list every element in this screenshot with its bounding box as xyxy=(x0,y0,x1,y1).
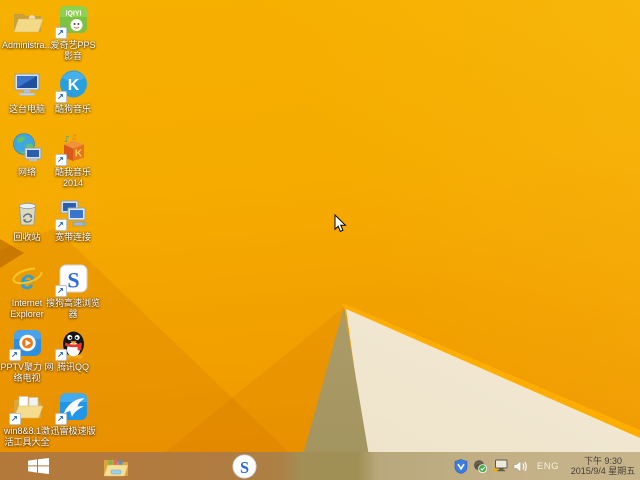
taskbar-clock[interactable]: 下午 9:30 2015/9/4 星期五 xyxy=(569,456,637,477)
windows-logo-icon xyxy=(27,458,49,474)
shortcut-arrow-icon: ↗ xyxy=(54,154,67,166)
start-button[interactable] xyxy=(22,452,54,480)
folder-icon: ↗ xyxy=(8,391,44,425)
svg-text:♫: ♫ xyxy=(71,134,77,142)
shortcut-arrow-icon: ↗ xyxy=(54,91,67,103)
desktop-icon-sogou-browser[interactable]: S ↗ 搜狗高速浏览器 xyxy=(46,263,100,319)
icon-label: 酷我音乐 2014 xyxy=(54,167,91,188)
desktop-icon-kugou-music[interactable]: K ↗ 酷狗音乐 xyxy=(46,69,100,115)
svg-text:K: K xyxy=(67,77,79,94)
desktop-icon-iqiyi-pps[interactable]: iQIYI ↗ 爱奇艺PPS 影音 xyxy=(46,5,100,61)
icon-label: 酷狗音乐 xyxy=(54,104,91,114)
volume-icon[interactable] xyxy=(513,460,528,473)
shortcut-arrow-icon: ↗ xyxy=(54,413,67,425)
thunder-bird-icon: ↗ xyxy=(54,391,90,425)
svg-text:S: S xyxy=(67,268,79,293)
qq-penguin-icon: ↗ xyxy=(54,327,90,361)
svg-text:S: S xyxy=(239,457,248,476)
file-explorer-icon xyxy=(103,459,129,476)
svg-text:K: K xyxy=(74,148,82,160)
icon-label: 搜狗高速浏览器 xyxy=(46,298,101,319)
mouse-cursor xyxy=(334,213,347,238)
network-globe-icon xyxy=(11,132,44,165)
clock-date: 2015/9/4 星期五 xyxy=(570,466,636,476)
taskbar-file-explorer-button[interactable] xyxy=(100,452,132,480)
icon-label: Administra... xyxy=(1,40,52,50)
desktop-icon-kuwo-music[interactable]: ♪ ♫ K ↗ 酷我音乐 2014 xyxy=(46,132,100,188)
language-indicator[interactable]: ENG xyxy=(537,461,559,472)
desktop-icon-thunder[interactable]: ↗ 迅雷极速版 xyxy=(46,391,100,437)
computer-icon xyxy=(11,69,44,102)
taskbar-sogou-browser-button[interactable]: S xyxy=(228,452,260,480)
svg-text:iQIYI: iQIYI xyxy=(65,11,81,18)
kugou-music-icon: K ↗ xyxy=(54,69,90,103)
security-shield-icon[interactable] xyxy=(454,458,468,474)
shortcut-arrow-icon: ↗ xyxy=(8,413,21,425)
icon-label: 网络 xyxy=(17,167,36,177)
windows-desktop: Administra... 这台电脑 网络 回收站 e Internet Exp… xyxy=(0,0,640,480)
icon-label: 宽带连接 xyxy=(54,232,91,242)
sogou-browser-icon: S ↗ xyxy=(54,263,90,297)
shortcut-arrow-icon: ↗ xyxy=(54,285,67,297)
desktop-icon-broadband-connection[interactable]: ↗ 宽带连接 xyxy=(46,197,100,243)
kuwo-music-icon: ♪ ♫ K ↗ xyxy=(54,132,90,166)
internet-explorer-icon: e xyxy=(11,263,44,296)
icon-label: 爱奇艺PPS 影音 xyxy=(50,40,96,61)
broadband-icon: ↗ xyxy=(54,197,90,231)
pptv-icon: ↗ xyxy=(8,327,44,361)
desktop-icon-tencent-qq[interactable]: ↗ 腾讯QQ xyxy=(46,327,100,373)
taskbar: S ENG 下午 9:30 2015/9/4 星期五 xyxy=(0,452,640,480)
user-folder-icon xyxy=(11,5,44,38)
icon-label: 这台电脑 xyxy=(8,104,45,114)
sogou-browser-icon: S xyxy=(231,453,257,479)
clock-time: 下午 9:30 xyxy=(583,455,623,466)
shortcut-arrow-icon: ↗ xyxy=(54,219,67,231)
shortcut-arrow-icon: ↗ xyxy=(8,349,21,361)
system-tray: ENG 下午 9:30 2015/9/4 星期五 xyxy=(454,452,637,480)
shortcut-arrow-icon: ↗ xyxy=(54,349,67,361)
network-status-icon[interactable] xyxy=(492,459,508,473)
iqiyi-pps-icon: iQIYI ↗ xyxy=(54,5,90,39)
recycle-bin-icon xyxy=(11,197,44,230)
antivirus-ok-icon[interactable] xyxy=(473,459,487,473)
icon-label: 回收站 xyxy=(13,232,41,242)
icon-label: 迅雷极速版 xyxy=(50,426,96,436)
icon-label: 腾讯QQ xyxy=(56,362,89,372)
shortcut-arrow-icon: ↗ xyxy=(54,27,67,39)
